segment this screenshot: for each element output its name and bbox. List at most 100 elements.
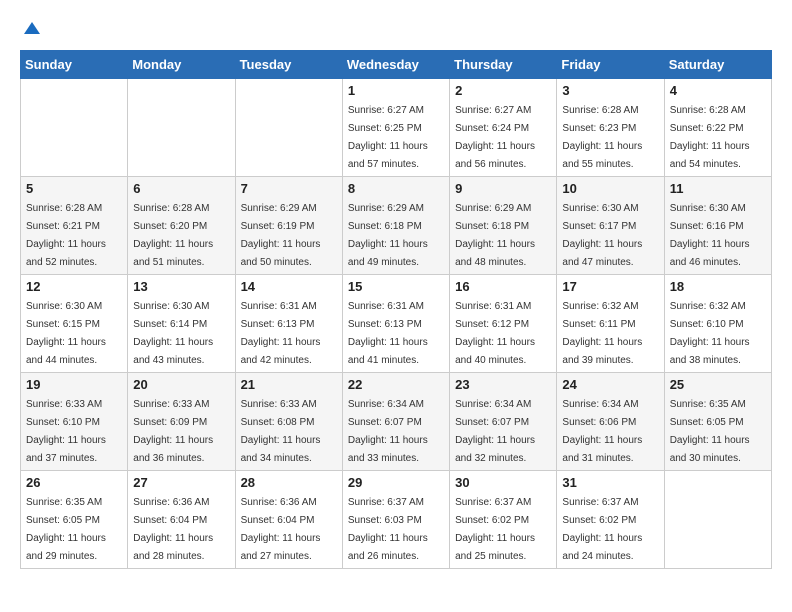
- calendar-cell: 4 Sunrise: 6:28 AMSunset: 6:22 PMDayligh…: [664, 79, 771, 177]
- day-number: 5: [26, 181, 122, 196]
- calendar-cell: [664, 471, 771, 569]
- day-info: Sunrise: 6:36 AMSunset: 6:04 PMDaylight:…: [133, 497, 213, 562]
- day-info: Sunrise: 6:30 AMSunset: 6:15 PMDaylight:…: [26, 301, 106, 366]
- day-number: 30: [455, 475, 551, 490]
- day-number: 22: [348, 377, 444, 392]
- weekday-header: Saturday: [664, 51, 771, 79]
- calendar-cell: [128, 79, 235, 177]
- day-number: 16: [455, 279, 551, 294]
- calendar-cell: 21 Sunrise: 6:33 AMSunset: 6:08 PMDaylig…: [235, 373, 342, 471]
- day-info: Sunrise: 6:31 AMSunset: 6:12 PMDaylight:…: [455, 301, 535, 366]
- day-info: Sunrise: 6:35 AMSunset: 6:05 PMDaylight:…: [26, 497, 106, 562]
- calendar-cell: 29 Sunrise: 6:37 AMSunset: 6:03 PMDaylig…: [342, 471, 449, 569]
- calendar-week-row: 5 Sunrise: 6:28 AMSunset: 6:21 PMDayligh…: [21, 177, 772, 275]
- day-number: 12: [26, 279, 122, 294]
- calendar-cell: 28 Sunrise: 6:36 AMSunset: 6:04 PMDaylig…: [235, 471, 342, 569]
- calendar-cell: 22 Sunrise: 6:34 AMSunset: 6:07 PMDaylig…: [342, 373, 449, 471]
- weekday-header: Monday: [128, 51, 235, 79]
- calendar-week-row: 19 Sunrise: 6:33 AMSunset: 6:10 PMDaylig…: [21, 373, 772, 471]
- day-info: Sunrise: 6:34 AMSunset: 6:07 PMDaylight:…: [455, 399, 535, 464]
- day-info: Sunrise: 6:27 AMSunset: 6:25 PMDaylight:…: [348, 105, 428, 170]
- calendar-cell: 15 Sunrise: 6:31 AMSunset: 6:13 PMDaylig…: [342, 275, 449, 373]
- calendar-cell: 17 Sunrise: 6:32 AMSunset: 6:11 PMDaylig…: [557, 275, 664, 373]
- calendar-cell: [235, 79, 342, 177]
- calendar-cell: 18 Sunrise: 6:32 AMSunset: 6:10 PMDaylig…: [664, 275, 771, 373]
- calendar-cell: 26 Sunrise: 6:35 AMSunset: 6:05 PMDaylig…: [21, 471, 128, 569]
- day-info: Sunrise: 6:28 AMSunset: 6:21 PMDaylight:…: [26, 203, 106, 268]
- weekday-header: Tuesday: [235, 51, 342, 79]
- day-info: Sunrise: 6:28 AMSunset: 6:23 PMDaylight:…: [562, 105, 642, 170]
- day-info: Sunrise: 6:27 AMSunset: 6:24 PMDaylight:…: [455, 105, 535, 170]
- calendar-cell: 5 Sunrise: 6:28 AMSunset: 6:21 PMDayligh…: [21, 177, 128, 275]
- calendar-cell: 8 Sunrise: 6:29 AMSunset: 6:18 PMDayligh…: [342, 177, 449, 275]
- calendar-cell: 7 Sunrise: 6:29 AMSunset: 6:19 PMDayligh…: [235, 177, 342, 275]
- calendar-cell: 3 Sunrise: 6:28 AMSunset: 6:23 PMDayligh…: [557, 79, 664, 177]
- weekday-header: Friday: [557, 51, 664, 79]
- calendar-cell: 31 Sunrise: 6:37 AMSunset: 6:02 PMDaylig…: [557, 471, 664, 569]
- day-number: 1: [348, 83, 444, 98]
- page-header: [20, 20, 772, 40]
- weekday-header: Wednesday: [342, 51, 449, 79]
- weekday-header: Sunday: [21, 51, 128, 79]
- day-number: 31: [562, 475, 658, 490]
- day-info: Sunrise: 6:29 AMSunset: 6:18 PMDaylight:…: [348, 203, 428, 268]
- day-number: 6: [133, 181, 229, 196]
- calendar-cell: 10 Sunrise: 6:30 AMSunset: 6:17 PMDaylig…: [557, 177, 664, 275]
- calendar-header-row: SundayMondayTuesdayWednesdayThursdayFrid…: [21, 51, 772, 79]
- day-info: Sunrise: 6:29 AMSunset: 6:18 PMDaylight:…: [455, 203, 535, 268]
- day-number: 24: [562, 377, 658, 392]
- day-info: Sunrise: 6:37 AMSunset: 6:02 PMDaylight:…: [455, 497, 535, 562]
- calendar-cell: 27 Sunrise: 6:36 AMSunset: 6:04 PMDaylig…: [128, 471, 235, 569]
- day-info: Sunrise: 6:34 AMSunset: 6:06 PMDaylight:…: [562, 399, 642, 464]
- day-number: 21: [241, 377, 337, 392]
- day-number: 10: [562, 181, 658, 196]
- day-info: Sunrise: 6:30 AMSunset: 6:17 PMDaylight:…: [562, 203, 642, 268]
- calendar-cell: 19 Sunrise: 6:33 AMSunset: 6:10 PMDaylig…: [21, 373, 128, 471]
- day-info: Sunrise: 6:33 AMSunset: 6:10 PMDaylight:…: [26, 399, 106, 464]
- day-info: Sunrise: 6:36 AMSunset: 6:04 PMDaylight:…: [241, 497, 321, 562]
- calendar-cell: 13 Sunrise: 6:30 AMSunset: 6:14 PMDaylig…: [128, 275, 235, 373]
- day-number: 19: [26, 377, 122, 392]
- day-info: Sunrise: 6:30 AMSunset: 6:16 PMDaylight:…: [670, 203, 750, 268]
- day-info: Sunrise: 6:31 AMSunset: 6:13 PMDaylight:…: [241, 301, 321, 366]
- calendar-cell: 16 Sunrise: 6:31 AMSunset: 6:12 PMDaylig…: [450, 275, 557, 373]
- day-number: 25: [670, 377, 766, 392]
- day-number: 4: [670, 83, 766, 98]
- calendar-cell: 30 Sunrise: 6:37 AMSunset: 6:02 PMDaylig…: [450, 471, 557, 569]
- day-info: Sunrise: 6:29 AMSunset: 6:19 PMDaylight:…: [241, 203, 321, 268]
- calendar-cell: 23 Sunrise: 6:34 AMSunset: 6:07 PMDaylig…: [450, 373, 557, 471]
- calendar-cell: 25 Sunrise: 6:35 AMSunset: 6:05 PMDaylig…: [664, 373, 771, 471]
- day-number: 14: [241, 279, 337, 294]
- day-info: Sunrise: 6:28 AMSunset: 6:22 PMDaylight:…: [670, 105, 750, 170]
- weekday-header: Thursday: [450, 51, 557, 79]
- calendar-week-row: 26 Sunrise: 6:35 AMSunset: 6:05 PMDaylig…: [21, 471, 772, 569]
- calendar-cell: 9 Sunrise: 6:29 AMSunset: 6:18 PMDayligh…: [450, 177, 557, 275]
- calendar-week-row: 1 Sunrise: 6:27 AMSunset: 6:25 PMDayligh…: [21, 79, 772, 177]
- day-number: 7: [241, 181, 337, 196]
- day-number: 23: [455, 377, 551, 392]
- day-number: 17: [562, 279, 658, 294]
- day-info: Sunrise: 6:37 AMSunset: 6:02 PMDaylight:…: [562, 497, 642, 562]
- day-number: 9: [455, 181, 551, 196]
- day-number: 13: [133, 279, 229, 294]
- day-number: 26: [26, 475, 122, 490]
- day-number: 15: [348, 279, 444, 294]
- day-number: 28: [241, 475, 337, 490]
- day-info: Sunrise: 6:32 AMSunset: 6:10 PMDaylight:…: [670, 301, 750, 366]
- day-info: Sunrise: 6:33 AMSunset: 6:09 PMDaylight:…: [133, 399, 213, 464]
- day-info: Sunrise: 6:35 AMSunset: 6:05 PMDaylight:…: [670, 399, 750, 464]
- day-number: 3: [562, 83, 658, 98]
- calendar-cell: 1 Sunrise: 6:27 AMSunset: 6:25 PMDayligh…: [342, 79, 449, 177]
- day-number: 20: [133, 377, 229, 392]
- calendar-cell: 24 Sunrise: 6:34 AMSunset: 6:06 PMDaylig…: [557, 373, 664, 471]
- day-number: 29: [348, 475, 444, 490]
- day-info: Sunrise: 6:30 AMSunset: 6:14 PMDaylight:…: [133, 301, 213, 366]
- calendar-cell: 11 Sunrise: 6:30 AMSunset: 6:16 PMDaylig…: [664, 177, 771, 275]
- day-info: Sunrise: 6:33 AMSunset: 6:08 PMDaylight:…: [241, 399, 321, 464]
- calendar-week-row: 12 Sunrise: 6:30 AMSunset: 6:15 PMDaylig…: [21, 275, 772, 373]
- day-number: 8: [348, 181, 444, 196]
- day-number: 2: [455, 83, 551, 98]
- calendar-cell: 2 Sunrise: 6:27 AMSunset: 6:24 PMDayligh…: [450, 79, 557, 177]
- calendar-cell: 14 Sunrise: 6:31 AMSunset: 6:13 PMDaylig…: [235, 275, 342, 373]
- day-info: Sunrise: 6:34 AMSunset: 6:07 PMDaylight:…: [348, 399, 428, 464]
